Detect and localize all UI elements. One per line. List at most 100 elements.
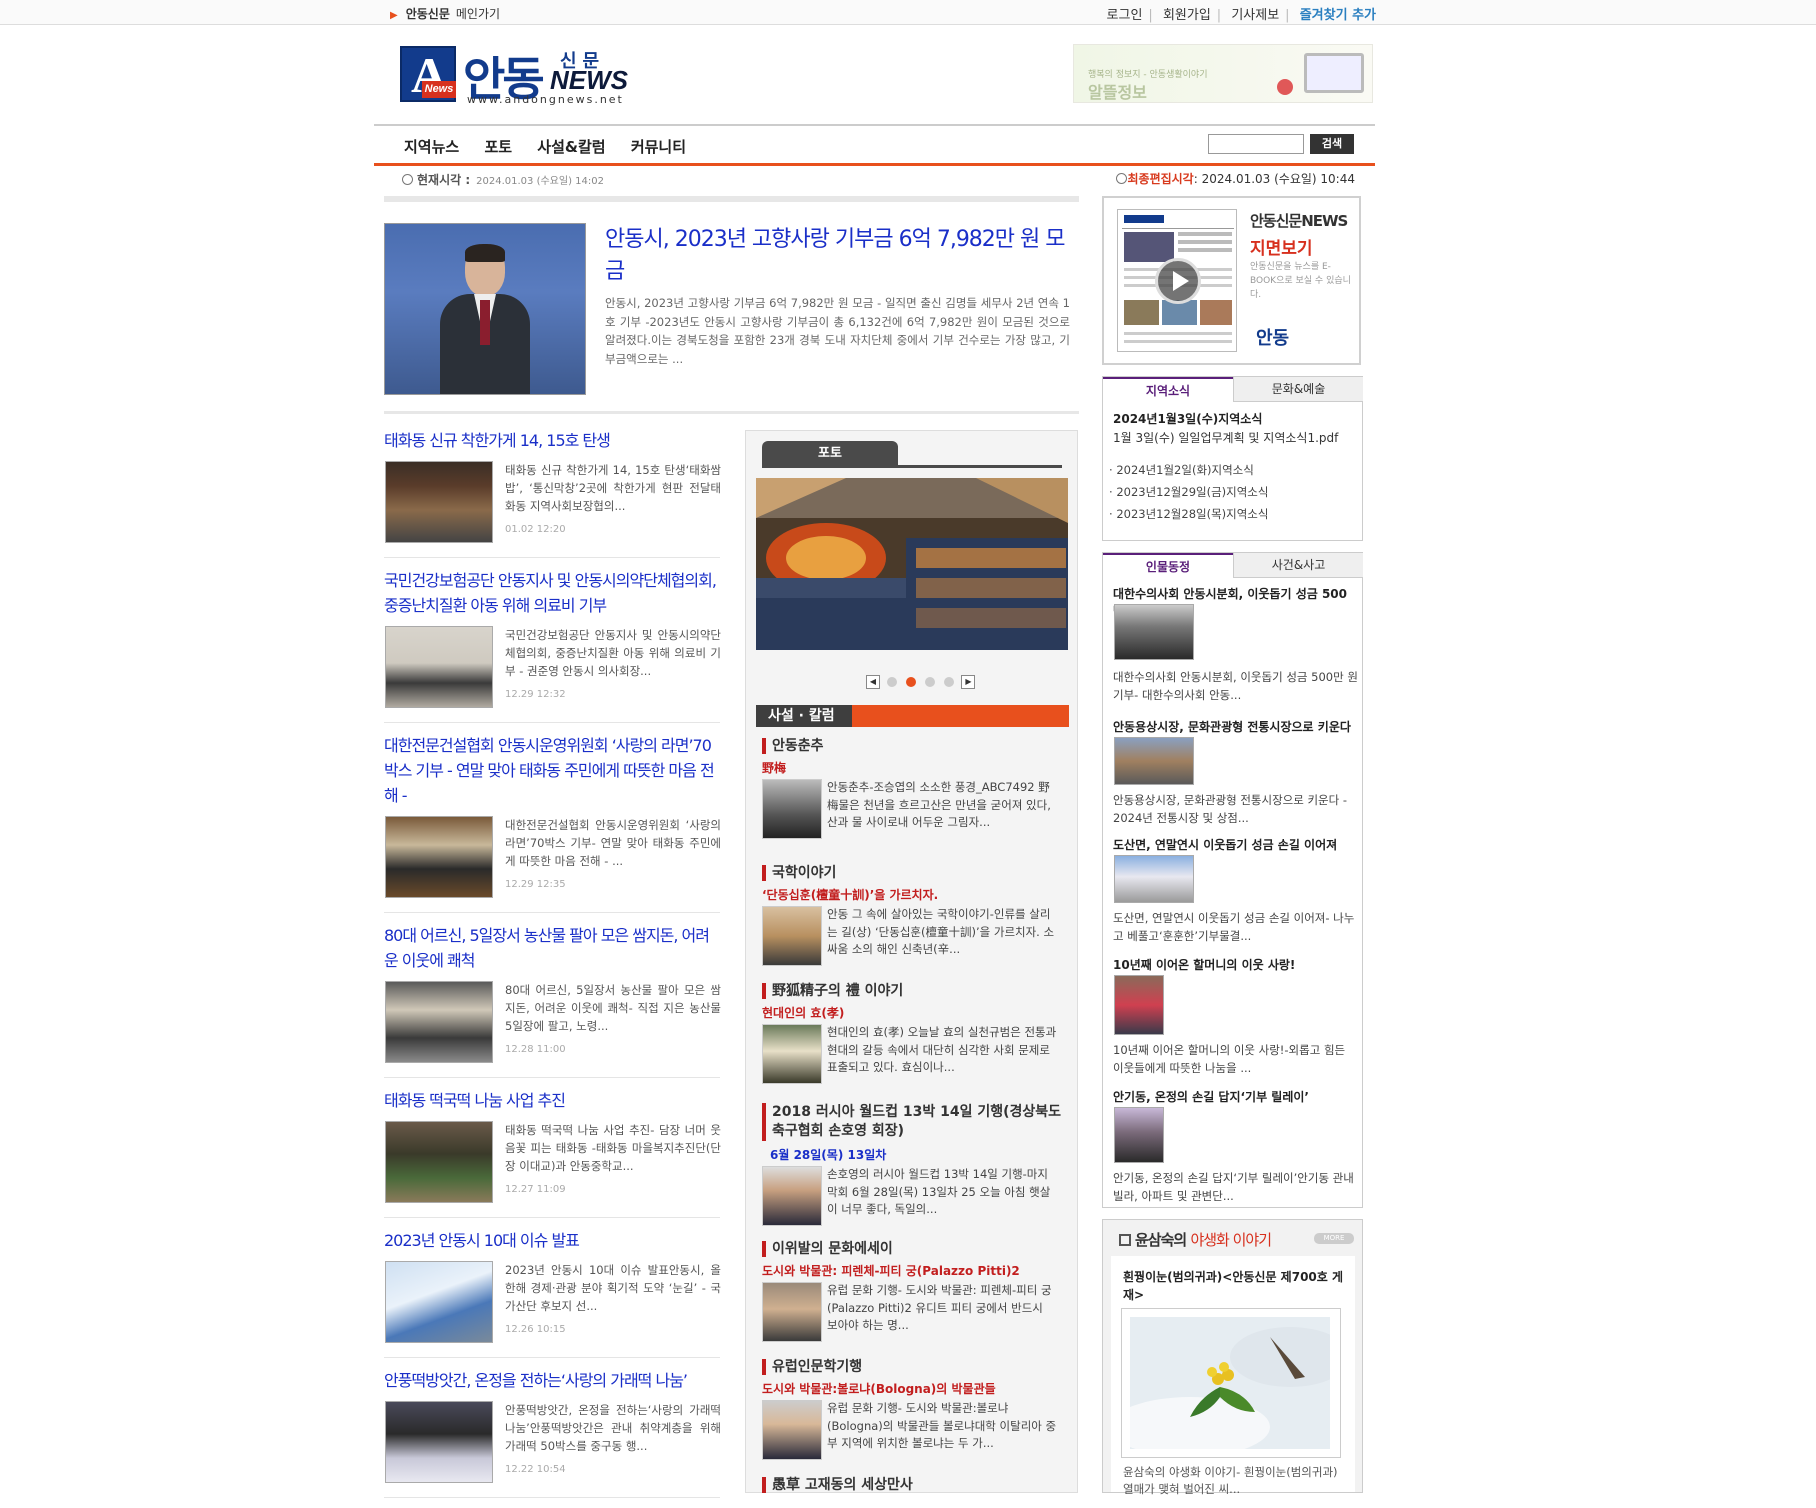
people-thumbnail[interactable]: [1114, 604, 1194, 660]
news-title[interactable]: 태화동 신규 착한가게 14, 15호 탄생: [384, 428, 720, 453]
news-title[interactable]: 대한전문건설협회 안동시운영위원회 ‘사랑의 라면’70박스 기부 - 연말 맞…: [384, 733, 720, 808]
news-title[interactable]: 2023년 안동시 10대 이슈 발표: [384, 1228, 720, 1253]
wildflower-photo[interactable]: [1121, 1308, 1341, 1458]
column-category[interactable]: 안동춘추: [762, 738, 1062, 754]
column-subtitle[interactable]: 6월 28일(목) 13일차: [762, 1146, 1062, 1163]
column-desc: 안동 그 속에 살아있는 국학이야기-인류를 살리는 길(상) ‘단동십훈(檀童…: [827, 907, 1055, 956]
people-thumbnail[interactable]: [1114, 855, 1194, 903]
news-title[interactable]: 태화동 떡국떡 나눔 사업 추진: [384, 1088, 720, 1113]
login-link[interactable]: 로그인: [1107, 8, 1143, 23]
list-item: 안풍떡방앗간, 온정을 전하는‘사랑의 가래떡 나눔’ 안풍떡방앗간, 온정을 …: [384, 1368, 721, 1498]
news-title[interactable]: 국민건강보험공단 안동지사 및 안동시의약단체협의회, 중증난치질환 아동 위해…: [384, 568, 720, 618]
play-icon[interactable]: [1155, 258, 1201, 304]
column-subtitle[interactable]: ‘단동십훈(檀童十訓)’을 가르치자.: [762, 886, 1062, 903]
people-thumbnail[interactable]: [1114, 975, 1164, 1035]
pager-dot-active[interactable]: [906, 676, 917, 687]
people-title[interactable]: 도산면, 연말연시 이웃돕기 성금 손길 이어져: [1113, 837, 1358, 854]
column-category[interactable]: 유럽인문학기행: [762, 1359, 1062, 1375]
top-story-title[interactable]: 안동시, 2023년 고향사랑 기부금 6억 7,982만 원 모금: [605, 224, 1070, 288]
ad-banner[interactable]: 행복의 정보지 - 안동생활이야기 알뜰정보: [1073, 44, 1373, 103]
logo-news: NEWS: [550, 65, 628, 95]
tab-local-news[interactable]: 지역소식: [1103, 377, 1233, 402]
news-title[interactable]: 80대 어르신, 5일장서 농산물 팔아 모은 쌈지돈, 어려운 이웃에 쾌척: [384, 923, 720, 973]
signup-link[interactable]: 회원가입: [1163, 8, 1211, 23]
list-item: 대한전문건설협회 안동시운영위원회 ‘사랑의 라면’70박스 기부 - 연말 맞…: [384, 733, 721, 913]
news-thumbnail[interactable]: [385, 1121, 493, 1203]
column-subtitle[interactable]: 현대인의 효(孝): [762, 1004, 1062, 1021]
ebook-box[interactable]: 안동신문NEWS 지면보기 안동신문을 뉴스를 E-BOOK으로 보실 수 있습…: [1102, 196, 1361, 365]
add-favorite-link[interactable]: 즐겨찾기 추가: [1300, 8, 1376, 23]
column-category[interactable]: 국학이야기: [762, 865, 1062, 881]
search-button[interactable]: 검색: [1310, 134, 1354, 154]
list-item[interactable]: · 2024년1월2일(화)지역소식: [1109, 459, 1268, 481]
people-thumbnail[interactable]: [1114, 737, 1194, 785]
list-item: 대한수의사회 안동시분회, 이웃돕기 성금 500만 원 기부 대한수의사회 안…: [1113, 586, 1358, 702]
tab-people[interactable]: 인물동정: [1103, 553, 1233, 578]
list-item: 안기동, 온정의 손길 답지‘기부 릴레이’ 안기동, 온정의 손길 답지‘기부…: [1113, 1089, 1358, 1203]
pager-dot[interactable]: [887, 676, 898, 687]
local-headline-sub[interactable]: 1월 3일(수) 일일업무계획 및 지역소식1.pdf: [1113, 429, 1338, 446]
time-bar: 현재시각 : 2024.01.03 (수요일) 14:02 최종편집시각: 202…: [374, 168, 1375, 188]
nav-local-news[interactable]: 지역뉴스: [404, 138, 459, 156]
columnist-photo: [762, 906, 822, 966]
center-column: 포토 ◀ ▶ 사설 · 칼럼 안동춘추 野梅 안동춘추-조승엽의 소소한 풍경_…: [745, 430, 1078, 1493]
nav-editorial[interactable]: 사설&칼럼: [537, 138, 605, 156]
news-thumbnail[interactable]: [385, 816, 493, 898]
news-date: 12.27 11:09: [505, 1184, 566, 1195]
column-category[interactable]: 이위발의 문화에세이: [762, 1241, 1062, 1257]
local-headline[interactable]: 2024년1월3일(수)지역소식: [1113, 410, 1262, 427]
nav-photo[interactable]: 포토: [484, 138, 512, 156]
column-category[interactable]: 野狐精子의 禮 이야기: [762, 983, 1062, 999]
top-story-photo[interactable]: [384, 223, 586, 395]
list-item: 10년째 이어온 할머니의 이웃 사랑! 10년째 이어온 할머니의 이웃 사랑…: [1113, 957, 1358, 1075]
news-title[interactable]: 안풍떡방앗간, 온정을 전하는‘사랑의 가래떡 나눔’: [384, 1368, 720, 1393]
people-title[interactable]: 안동용상시장, 문화관광형 전통시장으로 키운다: [1113, 719, 1358, 736]
logo-url: www.andongnews.net: [467, 93, 624, 106]
columnist-photo: [762, 1166, 822, 1226]
list-item[interactable]: · 2023년12월28일(목)지역소식: [1109, 503, 1268, 525]
tab-culture-arts[interactable]: 문화&예술: [1233, 377, 1363, 402]
column-item: 野狐精子의 禮 이야기 현대인의 효(孝) 현대인의 효(孝) 오늘날 효의 실…: [762, 983, 1062, 1094]
list-item: 국민건강보험공단 안동지사 및 안동시의약단체협의회, 중증난치질환 아동 위해…: [384, 568, 721, 723]
tab-incidents[interactable]: 사건&사고: [1233, 553, 1363, 578]
site-logo[interactable]: A News 안동 신문 NEWS www.andongnews.net: [400, 45, 640, 106]
photo-tab[interactable]: 포토: [762, 441, 898, 466]
search-input[interactable]: [1208, 134, 1304, 154]
column-category[interactable]: 2018 러시아 월드컵 13박 14일 기행(경상북도축구협회 손호영 회장): [762, 1103, 1062, 1141]
list-item: 80대 어르신, 5일장서 농산물 팔아 모은 쌈지돈, 어려운 이웃에 쾌척 …: [384, 923, 721, 1078]
nav-community[interactable]: 커뮤니티: [631, 138, 686, 156]
banner-line2: 알뜰정보: [1088, 83, 1147, 102]
next-arrow-icon[interactable]: ▶: [961, 674, 976, 689]
wildflower-title[interactable]: 흰꿩이눈(범의귀과)<안동신문 제700호 게재>: [1123, 1268, 1347, 1304]
news-thumbnail[interactable]: [385, 461, 493, 543]
home-link[interactable]: ▶ 안동신문 메인가기: [390, 5, 500, 22]
pager-dot[interactable]: [925, 676, 936, 687]
column-header-label: 사설 · 칼럼: [756, 705, 852, 727]
news-summary: 2023년 안동시 10대 이슈 발표안동시, 올 한해 경제·관광 분야 획기…: [505, 1263, 721, 1313]
news-thumbnail[interactable]: [385, 1401, 493, 1483]
more-button[interactable]: MORE: [1314, 1233, 1354, 1244]
pager-dot[interactable]: [944, 676, 955, 687]
column-subtitle[interactable]: 도시와 박물관: 피렌체-피티 궁(Palazzo Pitti)2: [762, 1262, 1062, 1279]
news-thumbnail[interactable]: [385, 981, 493, 1063]
report-link[interactable]: 기사제보: [1231, 8, 1279, 23]
news-thumbnail[interactable]: [385, 1261, 493, 1343]
ebook-subtitle[interactable]: 지면보기: [1250, 234, 1313, 259]
news-thumbnail[interactable]: [385, 626, 493, 708]
photo-slide-image[interactable]: [756, 478, 1068, 650]
columnist-photo: [762, 779, 822, 839]
news-summary: 태화동 신규 착한가게 14, 15호 탄생‘태화쌈밥’, ‘통신막창’2곳에 …: [505, 463, 721, 513]
column-subtitle[interactable]: 野梅: [762, 759, 1062, 776]
prev-arrow-icon[interactable]: ◀: [866, 674, 880, 689]
people-title[interactable]: 안기동, 온정의 손길 답지‘기부 릴레이’: [1113, 1089, 1358, 1106]
list-item[interactable]: · 2023년12월29일(금)지역소식: [1109, 481, 1268, 503]
wildflower-header: 윤삼숙의 야생화 이야기: [1119, 1229, 1272, 1250]
people-desc: 안동용상시장, 문화관광형 전통시장으로 키운다 - 2024년 전통시장 및 …: [1113, 793, 1348, 825]
top-story-summary: 안동시, 2023년 고향사랑 기부금 6억 7,982만 원 모금 - 일직면…: [605, 296, 1070, 366]
people-title[interactable]: 10년째 이어온 할머니의 이웃 사랑!: [1113, 957, 1358, 974]
people-thumbnail[interactable]: [1114, 1107, 1164, 1163]
column-category[interactable]: 愚草 고재동의 세상만사: [762, 1477, 1062, 1493]
column-desc: 유럽 문화 기행- 도시와 박물관:볼로냐(Bologna)의 박물관들 볼로냐…: [827, 1401, 1057, 1450]
people-desc: 대한수의사회 안동시분회, 이웃돕기 성금 500만 원 기부- 대한수의사회 …: [1113, 670, 1358, 702]
column-subtitle[interactable]: 도시와 박물관:볼로냐(Bologna)의 박물관들: [762, 1380, 1062, 1397]
